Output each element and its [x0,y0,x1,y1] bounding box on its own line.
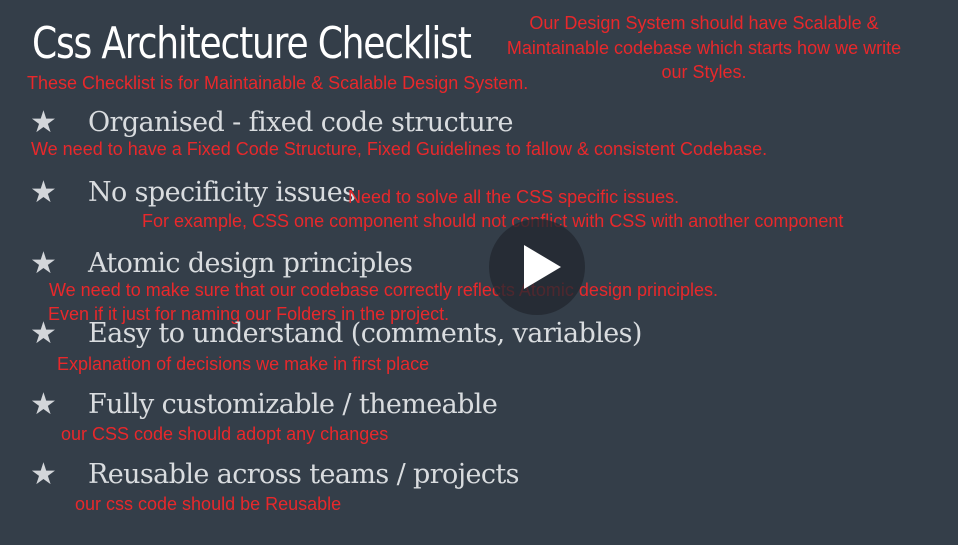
annotation-design-system: Our Design System should have Scalable &… [506,13,902,82]
annotation-reusable: our css code should be Reusable [75,494,342,514]
star-icon: ★ [30,175,57,210]
checklist-item-atomic: Atomic design principles [88,248,413,279]
annotation-customizable: our CSS code should adopt any changes [61,424,389,444]
star-icon: ★ [30,105,57,140]
annotation-atomic: We need to make sure that our codebase c… [49,280,718,300]
slide: Css Architecture Checklist Our Design Sy… [0,0,958,545]
slide-title: Css Architecture Checklist [32,18,472,69]
checklist-item-customizable: Fully customizable / themeable [88,389,498,420]
annotation-specificity-example: For example, CSS one component should no… [142,211,844,231]
annotation-organised: We need to have a Fixed Code Structure, … [31,139,768,159]
star-icon: ★ [30,246,57,281]
checklist-item-organised: Organised - fixed code structure [88,107,513,138]
checklist-item-reusable: Reusable across teams / projects [88,459,519,490]
checklist-item-understand: Easy to understand (comments, variables) [88,318,642,349]
play-icon [524,245,561,289]
play-button[interactable] [489,219,585,315]
star-icon: ★ [30,387,57,422]
annotation-checklist-purpose: These Checklist is for Maintainable & Sc… [27,73,529,93]
annotation-specificity: Need to solve all the CSS specific issue… [348,187,680,207]
annotation-understand: Explanation of decisions we make in firs… [57,354,430,374]
checklist-item-specificity: No specificity issues [88,177,356,208]
star-icon: ★ [30,457,57,492]
star-icon: ★ [30,316,57,351]
